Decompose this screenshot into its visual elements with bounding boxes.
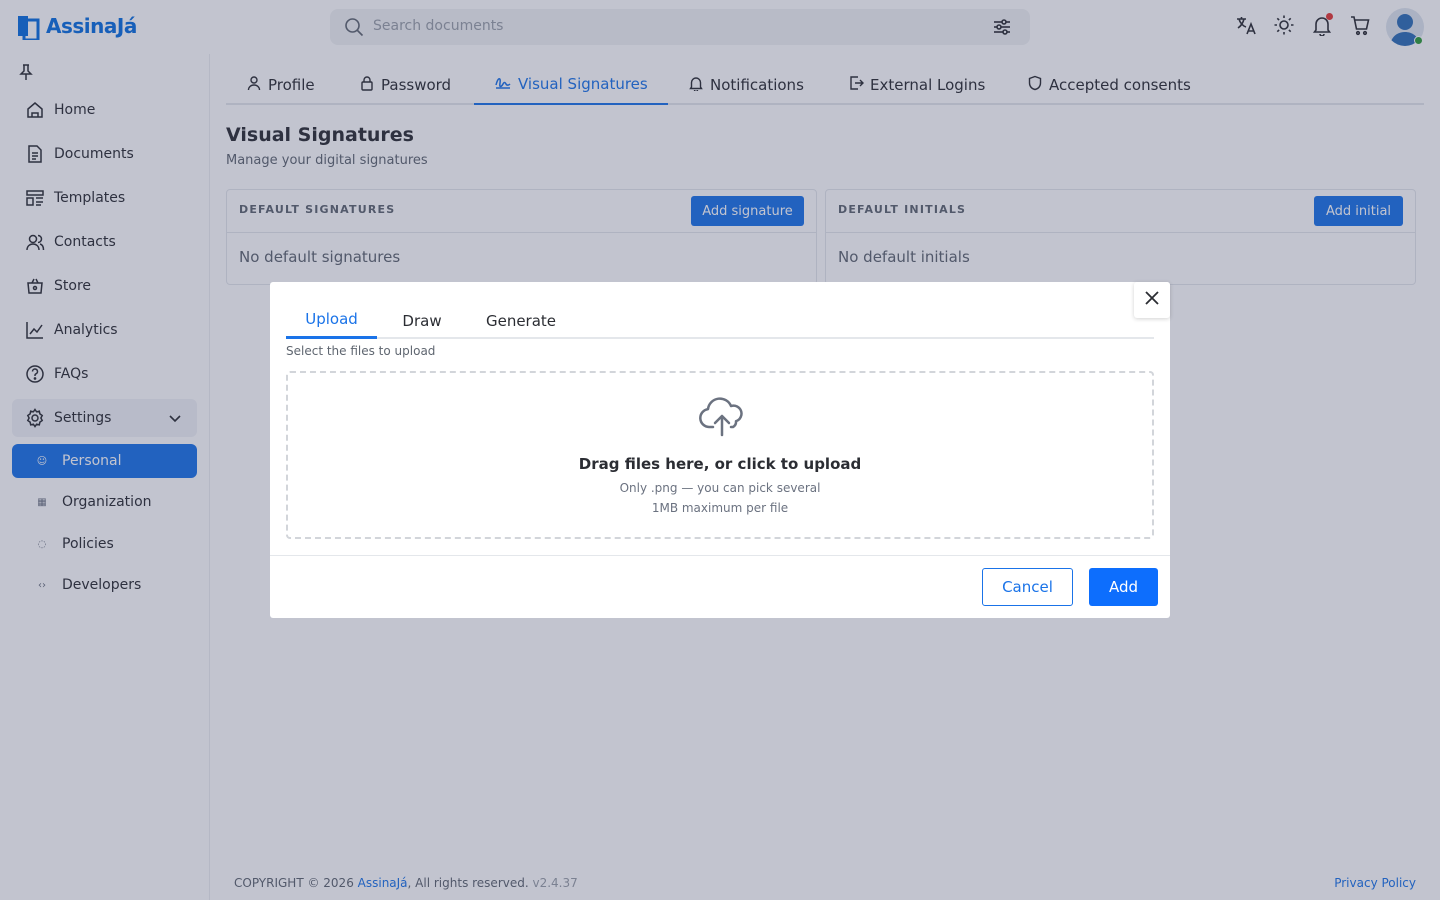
tab-draw[interactable]: Draw (386, 302, 458, 339)
dropzone-format-note: Only .png — you can pick several (619, 481, 821, 495)
upload-hint: Select the files to upload (286, 344, 436, 358)
cancel-button[interactable]: Cancel (982, 568, 1073, 606)
dropzone-size-note: 1MB maximum per file (651, 501, 789, 515)
modal-tabs: Upload Draw Generate (286, 302, 1154, 339)
modal-footer: Cancel Add (270, 555, 1170, 618)
tab-generate[interactable]: Generate (472, 302, 570, 339)
dropzone-title: Drag files here, or click to upload (578, 455, 862, 473)
add-signature-modal: Upload Draw Generate Select the files to… (270, 282, 1170, 618)
upload-dropzone[interactable]: Drag files here, or click to upload Only… (286, 371, 1154, 539)
add-button[interactable]: Add (1089, 568, 1158, 606)
tab-upload[interactable]: Upload (286, 302, 377, 339)
cloud-upload-icon (698, 397, 746, 441)
